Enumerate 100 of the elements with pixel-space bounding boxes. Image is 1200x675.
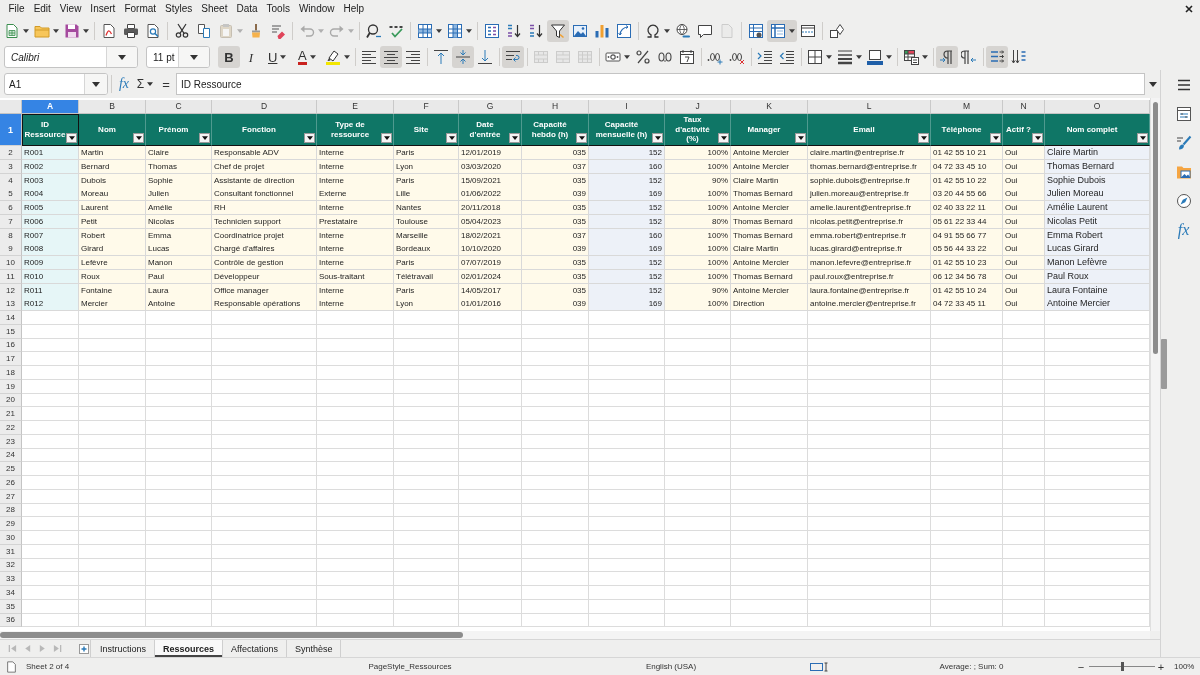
column-header[interactable]: F (394, 100, 459, 114)
filter-dropdown-button[interactable] (446, 133, 457, 143)
dropdown-button[interactable] (84, 74, 107, 94)
text-direction-button[interactable] (986, 46, 1008, 68)
freeze-panes-button[interactable] (767, 20, 797, 42)
menu-item[interactable]: Tools (262, 2, 295, 16)
sum-button[interactable]: Σ (133, 73, 157, 95)
filter-dropdown-button[interactable] (795, 133, 806, 143)
row-header[interactable]: 6 (0, 201, 22, 215)
zoom-out-button[interactable]: − (1075, 659, 1087, 674)
menu-item[interactable]: Styles (160, 2, 197, 16)
sidebar-handle[interactable] (1161, 338, 1167, 389)
autofilter-button[interactable] (547, 20, 569, 42)
row-header[interactable]: 22 (0, 421, 22, 435)
menu-item[interactable]: Insert (85, 2, 120, 16)
formula-button[interactable]: = (157, 73, 175, 95)
bold-button[interactable]: B (218, 46, 240, 68)
row-header[interactable]: 17 (0, 352, 22, 366)
column-header[interactable]: C (146, 100, 212, 114)
zoom-in-button[interactable]: + (1155, 659, 1167, 674)
caret-down-icon (92, 81, 100, 87)
filter-dropdown-button[interactable] (1137, 133, 1148, 143)
menu-item[interactable]: Data (231, 2, 263, 16)
row-header[interactable]: 18 (0, 366, 22, 380)
row-header[interactable]: 5 (0, 187, 22, 202)
row-header[interactable]: 30 (0, 531, 22, 545)
column-header[interactable]: L (808, 100, 931, 114)
column-header[interactable]: G (459, 100, 522, 114)
row-header[interactable]: 2 (0, 146, 22, 160)
filter-dropdown-button[interactable] (652, 133, 663, 143)
scrollbar-thumb[interactable] (0, 632, 463, 638)
vertical-scrollbar[interactable] (1150, 98, 1160, 631)
wrap-text-button[interactable] (502, 46, 524, 68)
menu-item[interactable]: View (55, 2, 86, 16)
left-to-right-button[interactable] (936, 46, 958, 68)
row-header[interactable]: 13 (0, 297, 22, 312)
caret-down-icon (383, 136, 390, 140)
formula-input-field[interactable]: ID Ressource (176, 73, 1145, 95)
scrollbar-thumb[interactable] (1153, 102, 1158, 354)
table-grid-icon (577, 49, 593, 65)
row-header[interactable]: 26 (0, 476, 22, 490)
dropdown-button[interactable] (106, 47, 137, 67)
underline-button[interactable]: U (262, 46, 292, 68)
column-header[interactable]: B (79, 100, 146, 114)
font-color-button[interactable]: A (292, 46, 322, 68)
filter-dropdown-button[interactable] (576, 133, 587, 143)
close-document-button[interactable] (1183, 3, 1195, 15)
row-header[interactable]: 10 (0, 256, 22, 270)
menu-item[interactable]: Edit (29, 2, 56, 16)
row-header[interactable]: 1 (0, 114, 22, 146)
column-header[interactable]: E (317, 100, 394, 114)
functions-deck-button[interactable]: fx (1171, 219, 1196, 241)
column-header[interactable]: I (589, 100, 665, 114)
menu-item[interactable]: Help (339, 2, 369, 16)
column-header[interactable]: A (22, 100, 79, 114)
filter-dropdown-button[interactable] (509, 133, 520, 143)
filter-dropdown-button[interactable] (1032, 133, 1043, 143)
filter-dropdown-button[interactable] (133, 133, 144, 143)
menu-item[interactable]: Sheet (196, 2, 232, 16)
table-cell: claire.martin@entreprise.fr (808, 146, 931, 160)
menu-item[interactable]: Window (294, 2, 339, 16)
row-header[interactable]: 34 (0, 586, 22, 600)
row-header[interactable]: 29 (0, 517, 22, 531)
sheet-tab[interactable]: Synthèse (286, 640, 342, 657)
sheet-tab[interactable]: Ressources (155, 640, 224, 657)
filter-dropdown-button[interactable] (918, 133, 929, 143)
italic-button[interactable]: I (240, 46, 262, 68)
horizontal-scrollbar[interactable] (0, 631, 1150, 639)
column-header[interactable]: H (522, 100, 589, 114)
slider-thumb[interactable] (1120, 662, 1124, 671)
row-header[interactable]: 14 (0, 311, 22, 325)
column-header[interactable]: K (731, 100, 808, 114)
function-wizard-button[interactable]: fx (115, 73, 133, 95)
font-size-field[interactable]: 11 pt (146, 46, 210, 68)
column-header[interactable]: D (212, 100, 317, 114)
row-header[interactable]: 25 (0, 462, 22, 476)
column-header[interactable]: N (1003, 100, 1045, 114)
row-header[interactable]: 21 (0, 407, 22, 421)
table-cell: Paris (394, 146, 459, 160)
table-cell: Lucas Girard (1045, 242, 1150, 257)
column-header[interactable]: O (1045, 100, 1150, 114)
filter-dropdown-button[interactable] (990, 133, 1001, 143)
table-cell: Oui (1003, 187, 1045, 202)
add-sheet-button[interactable] (77, 640, 91, 657)
dropdown-button[interactable] (178, 47, 209, 67)
menu-item[interactable]: File (4, 2, 30, 16)
filter-dropdown-button[interactable] (304, 133, 315, 143)
align-center-button[interactable] (380, 46, 402, 68)
filter-dropdown-button[interactable] (199, 133, 210, 143)
column-header[interactable]: J (665, 100, 731, 114)
menu-item[interactable]: Format (119, 2, 161, 16)
column-header[interactable]: M (931, 100, 1003, 114)
filter-dropdown-button[interactable] (718, 133, 729, 143)
row-header[interactable]: 9 (0, 242, 22, 257)
filter-dropdown-button[interactable] (381, 133, 392, 143)
filter-dropdown-button[interactable] (66, 133, 77, 143)
font-name-field[interactable]: Calibri (4, 46, 138, 68)
name-box-field[interactable]: A1 (4, 73, 108, 95)
row-header[interactable]: 33 (0, 572, 22, 586)
sheet-tab[interactable]: Affectations (223, 640, 287, 657)
